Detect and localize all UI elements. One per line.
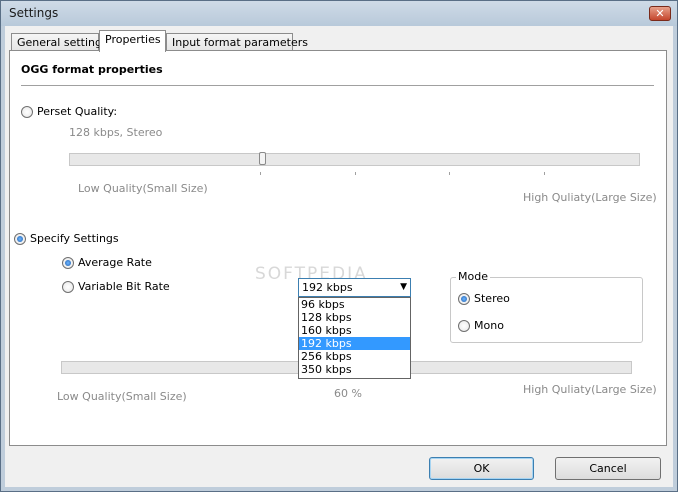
bitrate-selected-value: 192 kbps [302, 281, 353, 294]
quality-low-label: Low Quality(Small Size) [57, 390, 187, 403]
bitrate-option[interactable]: 160 kbps [299, 324, 410, 337]
mode-groupbox: Mode Stereo Mono [450, 270, 643, 343]
average-rate-radio[interactable] [62, 257, 74, 269]
settings-window: Settings ✕ General settings Properties I… [0, 0, 678, 492]
tab-label: Input format parameters [172, 36, 308, 49]
window-title: Settings [9, 6, 59, 20]
preset-quality-slider[interactable] [69, 153, 640, 166]
bitrate-option-highlighted[interactable]: 192 kbps [299, 337, 410, 350]
section-divider [21, 85, 654, 86]
preset-current-value: 128 kbps, Stereo [69, 126, 163, 139]
stereo-label: Stereo [474, 292, 510, 305]
slider-tick [449, 172, 450, 175]
slider-tick [260, 172, 261, 175]
properties-panel: OGG format properties Perset Quality: 12… [9, 50, 667, 446]
stereo-radio[interactable] [458, 293, 470, 305]
specify-settings-label: Specify Settings [30, 232, 119, 245]
tab-label: Properties [105, 33, 161, 46]
tab-properties[interactable]: Properties [99, 30, 166, 52]
mono-label: Mono [474, 319, 504, 332]
preset-quality-radio[interactable] [21, 106, 33, 118]
quality-high-label: High Quliaty(Large Size) [523, 383, 657, 396]
average-rate-label: Average Rate [78, 256, 152, 269]
chevron-down-icon[interactable]: ▼ [400, 282, 407, 292]
bitrate-option[interactable]: 96 kbps [299, 298, 410, 311]
bitrate-option[interactable]: 128 kbps [299, 311, 410, 324]
preset-slider-thumb[interactable] [259, 152, 267, 165]
dialog-client-area: General settings Properties Input format… [5, 26, 673, 487]
preset-quality-label: Perset Quality: [37, 105, 118, 118]
close-button[interactable]: ✕ [649, 6, 671, 21]
preset-high-quality-label: High Quliaty(Large Size) [523, 191, 657, 204]
bitrate-option[interactable]: 256 kbps [299, 350, 410, 363]
cancel-button-label: Cancel [589, 462, 627, 475]
mode-group-title: Mode [456, 270, 490, 283]
bitrate-combobox[interactable]: 192 kbps ▼ [298, 278, 411, 297]
quality-value: 60 % [334, 387, 362, 400]
ok-button[interactable]: OK [429, 457, 534, 480]
cancel-button[interactable]: Cancel [555, 457, 661, 480]
mono-radio[interactable] [458, 320, 470, 332]
bitrate-option[interactable]: 350 kbps [299, 363, 410, 376]
specify-settings-radio[interactable] [14, 233, 26, 245]
bitrate-dropdown-list: 96 kbps 128 kbps 160 kbps 192 kbps 256 k… [298, 297, 411, 379]
preset-low-quality-label: Low Quality(Small Size) [78, 182, 208, 195]
slider-tick [544, 172, 545, 175]
variable-bit-rate-label: Variable Bit Rate [78, 280, 170, 293]
variable-bit-rate-radio[interactable] [62, 281, 74, 293]
tab-label: General settings [17, 36, 108, 49]
section-title: OGG format properties [21, 63, 163, 76]
ok-button-label: OK [473, 462, 490, 475]
close-icon: ✕ [655, 7, 665, 20]
title-bar[interactable]: Settings ✕ [1, 1, 677, 26]
slider-tick [355, 172, 356, 175]
